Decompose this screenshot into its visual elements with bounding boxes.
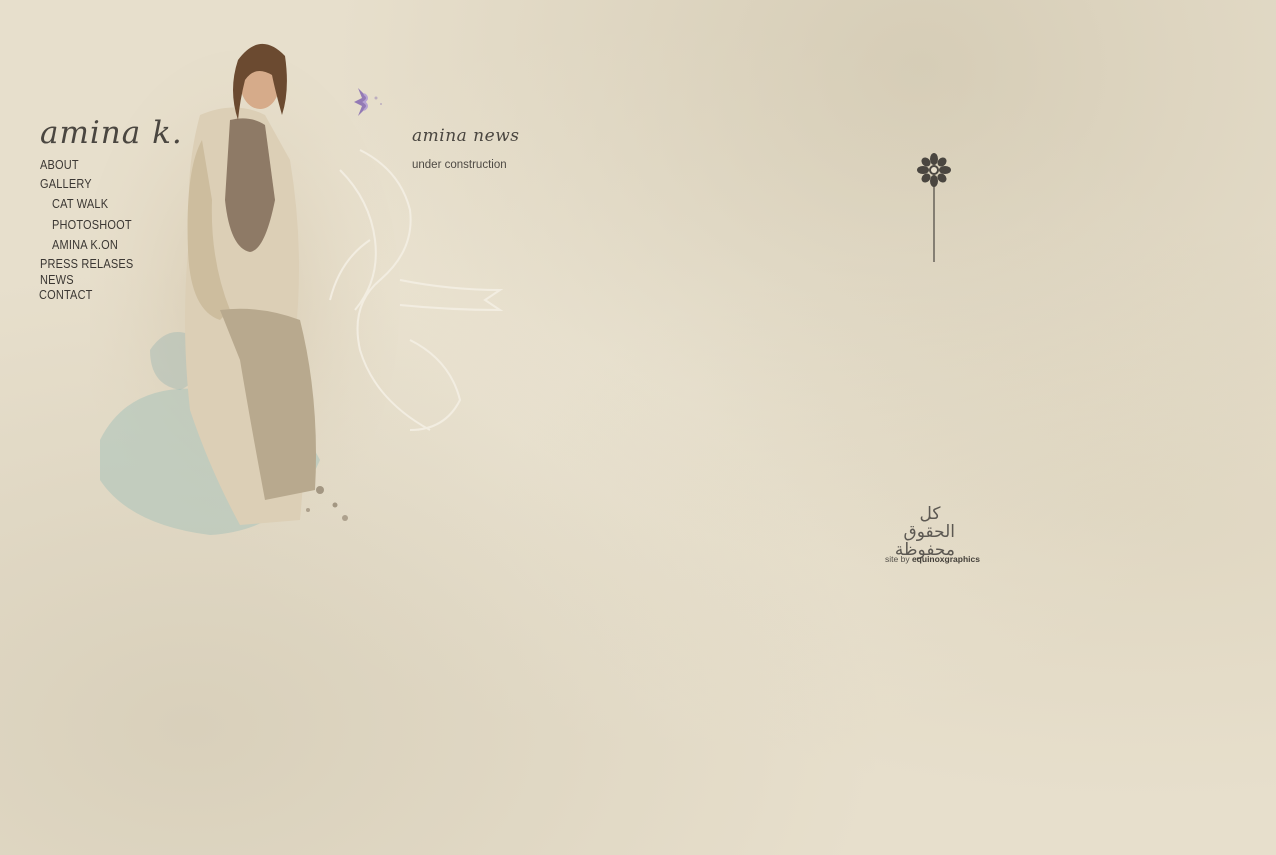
arabic-mark-line1: كل الحقوق <box>903 504 955 542</box>
site-credit: site by equinoxgraphics <box>885 554 980 564</box>
nav-press-relases[interactable]: PRESS RELASES <box>40 257 133 271</box>
credit-brand-link[interactable]: equinoxgraphics <box>912 554 980 564</box>
nav-photoshoot[interactable]: PHOTOSHOOT <box>52 218 132 232</box>
nav-about[interactable]: ABOUT <box>40 158 79 172</box>
site-logo[interactable]: amina k. <box>40 118 183 149</box>
nav-cat-walk[interactable]: CAT WALK <box>52 197 108 211</box>
arabic-copyright-mark: كل الحقوق محفوظة <box>895 504 955 560</box>
nav-news[interactable]: NEWS <box>40 273 74 287</box>
flower-ornament-icon <box>917 153 951 262</box>
credit-prefix: site by <box>885 554 910 564</box>
nav-amina-kon[interactable]: AMINA K.ON <box>52 238 118 252</box>
nav-gallery[interactable]: GALLERY <box>40 177 92 191</box>
calligraphy-swirl-icon <box>329 149 504 431</box>
purple-star-icon <box>354 88 382 116</box>
news-title: amina news <box>412 126 520 146</box>
nav-contact[interactable]: CONTACT <box>39 288 93 302</box>
news-status-text: under construction <box>412 159 507 171</box>
